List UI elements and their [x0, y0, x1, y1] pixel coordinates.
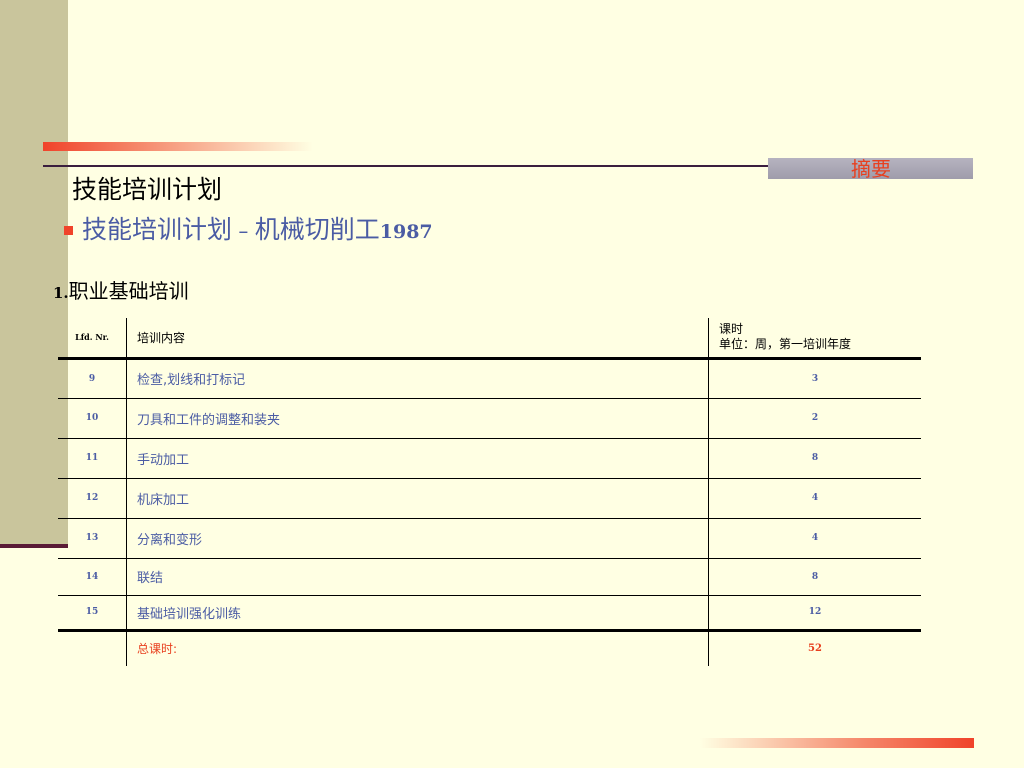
row-hours: 4: [708, 477, 921, 519]
row-nr: 12: [58, 477, 127, 519]
row-content: 机床加工: [126, 477, 709, 519]
total-label: 总课时:: [126, 630, 709, 666]
bottom-gradient-stripe: [700, 738, 974, 748]
header-hours: 课时 单位：周，第一培训年度: [708, 318, 921, 360]
row-hours: 3: [708, 357, 921, 399]
subtitle-text: 技能培训计划: [82, 215, 233, 244]
bullet-square-icon: [64, 226, 73, 235]
table-row: 10 刀具和工件的调整和装夹 2: [58, 397, 921, 439]
header-hours-line1: 课时: [719, 322, 744, 337]
row-hours: 8: [708, 557, 921, 596]
row-nr: 10: [58, 397, 127, 439]
row-content: 基础培训强化训练: [126, 594, 709, 632]
subtitle-trade: 机械切削工: [254, 215, 380, 244]
table-row: 9 检查,划线和打标记 3: [58, 357, 921, 399]
row-nr: 9: [58, 357, 127, 399]
row-nr: 15: [58, 594, 127, 632]
table-row: 14 联结 8: [58, 557, 921, 596]
subtitle-dash: –: [232, 219, 255, 243]
row-content: 联结: [126, 557, 709, 596]
table-row: 11 手动加工 8: [58, 437, 921, 479]
row-content: 分离和变形: [126, 517, 709, 559]
total-hours: 52: [808, 643, 822, 655]
row-content: 手动加工: [126, 437, 709, 479]
course-table: Lfd. Nr. 培训内容 课时 单位：周，第一培训年度 9 检查,划线和打标记…: [58, 318, 921, 666]
page-title: 技能培训计划: [72, 175, 223, 204]
table-row: 12 机床加工 4: [58, 477, 921, 519]
total-nr-empty: [58, 630, 127, 666]
row-hours: 4: [708, 517, 921, 559]
table-row: 13 分离和变形 4: [58, 517, 921, 559]
table-header-row: Lfd. Nr. 培训内容 课时 单位：周，第一培训年度: [58, 318, 921, 360]
row-hours: 2: [708, 397, 921, 439]
table-total-row: 总课时: 52: [58, 630, 921, 666]
section-title: 职业基础培训: [68, 279, 189, 303]
section-number: 1.: [53, 284, 69, 302]
header-hours-line2: 单位：周，第一培训年度: [719, 337, 852, 352]
row-content: 刀具和工件的调整和装夹: [126, 397, 709, 439]
subtitle-year: 1987: [379, 221, 433, 243]
header-nr: Lfd. Nr.: [58, 318, 127, 360]
row-nr: 13: [58, 517, 127, 559]
row-hours: 12: [708, 594, 921, 632]
row-nr: 11: [58, 437, 127, 479]
header-content: 培训内容: [126, 318, 709, 360]
summary-link[interactable]: 摘要: [851, 153, 891, 182]
subtitle: 技能培训计划 – 机械切削工1987: [82, 210, 433, 246]
table-row: 15 基础培训强化训练 12: [58, 594, 921, 632]
row-nr: 14: [58, 557, 127, 596]
section-heading: 1.职业基础培训: [53, 275, 189, 304]
row-hours: 8: [708, 437, 921, 479]
row-content: 检查,划线和打标记: [126, 357, 709, 399]
top-gradient-stripe: [43, 142, 313, 151]
